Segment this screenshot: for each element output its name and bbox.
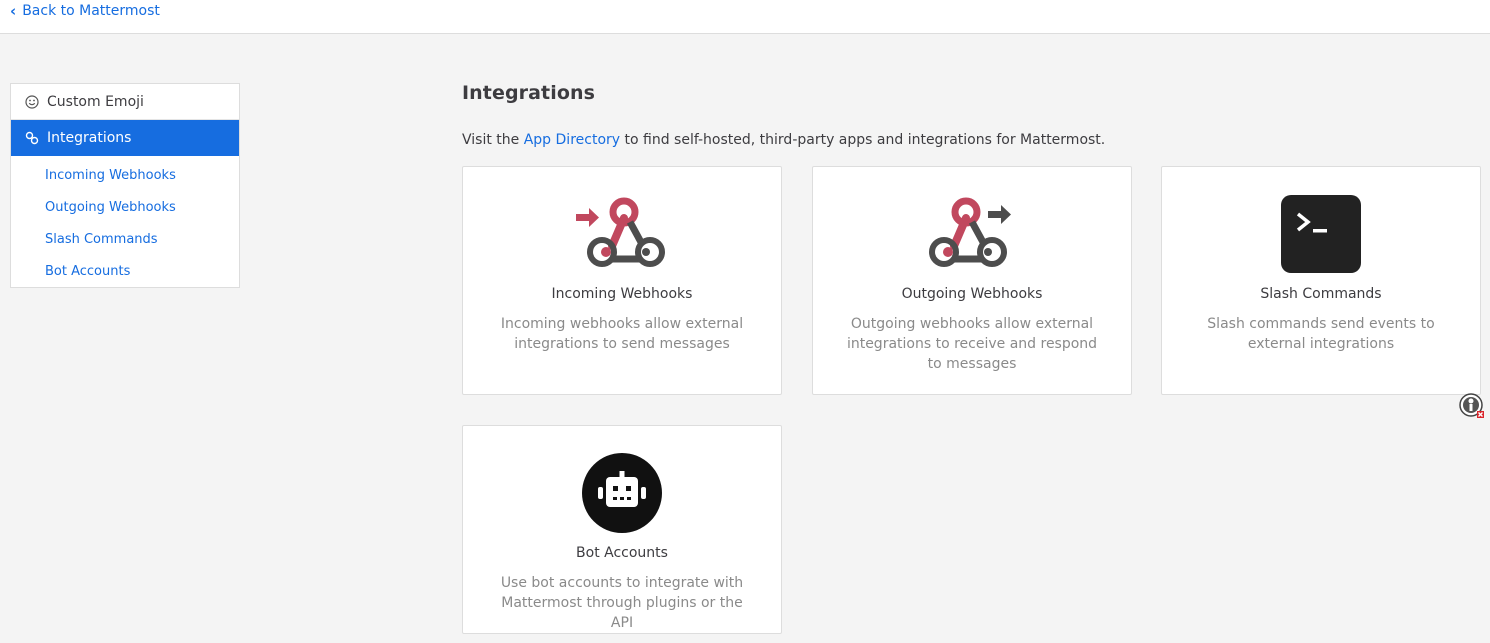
card-description: Use bot accounts to integrate with Matte… xyxy=(500,575,744,631)
sidebar-item-bot-accounts[interactable]: Bot Accounts xyxy=(11,254,239,286)
floating-extension-icon[interactable] xyxy=(1459,393,1485,419)
sidebar-item-custom-emoji[interactable]: Custom Emoji xyxy=(11,84,239,120)
sidebar-item-label: Custom Emoji xyxy=(47,93,144,110)
card-description: Incoming webhooks allow external integra… xyxy=(500,316,744,352)
link-icon xyxy=(23,131,41,145)
intro-text: Visit the App Directory to find self-hos… xyxy=(462,132,1106,148)
sidebar-item-outgoing-webhooks[interactable]: Outgoing Webhooks xyxy=(11,190,239,222)
chevron-left-icon: ‹ xyxy=(10,2,17,20)
incoming-webhooks-card[interactable]: Incoming Webhooks Incoming webhooks allo… xyxy=(462,166,782,395)
sidebar-item-slash-commands[interactable]: Slash Commands xyxy=(11,222,239,254)
card-title: Incoming Webhooks xyxy=(551,286,693,302)
bot-icon xyxy=(582,453,662,533)
outgoing-webhook-icon xyxy=(929,197,1011,267)
smiley-icon xyxy=(23,94,41,109)
sidebar-submenu: Incoming Webhooks Outgoing Webhooks Slas… xyxy=(11,156,239,286)
card-description: Outgoing webhooks allow external integra… xyxy=(846,316,1098,372)
incoming-webhook-icon xyxy=(576,197,665,267)
sidebar: Custom Emoji Integrations Incoming Webho… xyxy=(10,83,240,288)
top-bar: ‹ Back to Mattermost xyxy=(0,0,1490,34)
page-title: Integrations xyxy=(462,82,596,104)
card-title: Slash Commands xyxy=(1260,286,1382,302)
app-directory-link[interactable]: App Directory xyxy=(524,132,620,148)
slash-commands-card[interactable]: Slash Commands Slash commands send event… xyxy=(1161,166,1481,395)
card-description: Slash commands send events to external i… xyxy=(1207,316,1435,352)
sidebar-item-integrations[interactable]: Integrations xyxy=(11,120,239,156)
back-to-mattermost-link[interactable]: ‹ Back to Mattermost xyxy=(10,3,160,19)
sidebar-item-label: Integrations xyxy=(47,130,132,146)
card-title: Outgoing Webhooks xyxy=(901,286,1043,302)
card-title: Bot Accounts xyxy=(576,545,668,561)
bot-accounts-card[interactable]: Bot Accounts Use bot accounts to integra… xyxy=(462,425,782,634)
terminal-icon xyxy=(1281,195,1361,273)
back-link-label: Back to Mattermost xyxy=(22,3,160,19)
main-content: Integrations Visit the App Directory to … xyxy=(462,82,1105,148)
outgoing-webhooks-card[interactable]: Outgoing Webhooks Outgoing webhooks allo… xyxy=(812,166,1132,395)
sidebar-item-incoming-webhooks[interactable]: Incoming Webhooks xyxy=(11,158,239,190)
